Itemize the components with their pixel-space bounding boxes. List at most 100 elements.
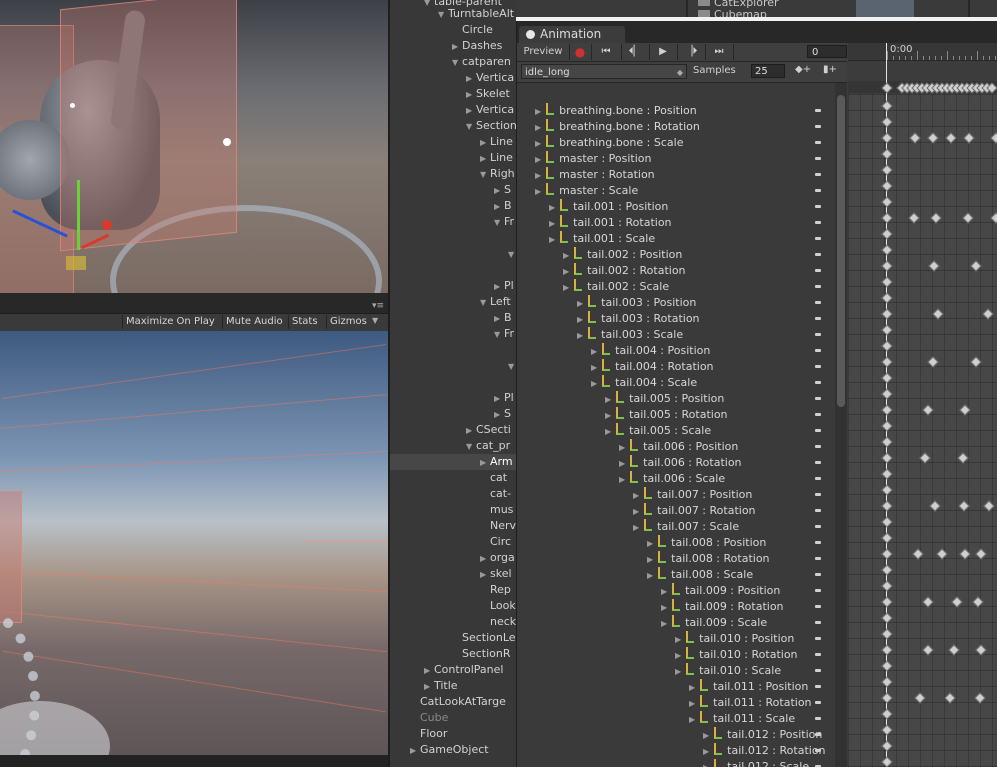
expanded-arrow-icon[interactable]: ▼: [438, 7, 448, 23]
collapsed-arrow-icon[interactable]: ▶: [535, 187, 541, 196]
collapsed-arrow-icon[interactable]: ▶: [480, 455, 490, 471]
hierarchy-item[interactable]: ▶ Arm: [480, 454, 513, 470]
hierarchy-item[interactable]: ▶ Title: [424, 678, 458, 694]
property-options-icon[interactable]: [815, 557, 821, 560]
collapsed-arrow-icon[interactable]: ▶: [494, 311, 504, 327]
hierarchy-item[interactable]: ▼ TurntableAlt: [438, 6, 514, 22]
animation-property-row[interactable]: ▶ tail.006 : Scale: [619, 471, 725, 487]
collapsed-arrow-icon[interactable]: ▶: [675, 667, 681, 676]
collapsed-arrow-icon[interactable]: ▶: [577, 315, 583, 324]
panel-menu-icon[interactable]: ▾≡: [372, 301, 384, 311]
animation-property-row[interactable]: ▶ tail.010 : Position: [675, 631, 794, 647]
collapsed-arrow-icon[interactable]: ▶: [466, 71, 476, 87]
hierarchy-item[interactable]: ▶ S: [494, 406, 511, 422]
hierarchy-item[interactable]: ▼ Fr: [494, 214, 514, 230]
collapsed-arrow-icon[interactable]: ▶: [563, 267, 569, 276]
hierarchy-item[interactable]: neck: [480, 614, 516, 630]
hierarchy-item[interactable]: ▼ Fr: [494, 326, 514, 342]
preview-toggle[interactable]: Preview: [517, 44, 570, 60]
game-view[interactable]: [0, 331, 388, 755]
animation-property-row[interactable]: ▶ master : Scale: [535, 183, 638, 199]
animation-property-row[interactable]: ▶ tail.007 : Position: [633, 487, 752, 503]
property-options-icon[interactable]: [815, 509, 821, 512]
expanded-arrow-icon[interactable]: ▼: [480, 295, 490, 311]
property-options-icon[interactable]: [815, 589, 821, 592]
hierarchy-item[interactable]: Cube: [410, 710, 448, 726]
hierarchy-item[interactable]: Nerv: [480, 518, 516, 534]
collapsed-arrow-icon[interactable]: ▶: [703, 763, 709, 767]
animation-property-row[interactable]: ▶ tail.007 : Scale: [633, 519, 739, 535]
expanded-arrow-icon[interactable]: ▼: [480, 167, 490, 183]
gizmos-dropdown[interactable]: Gizmos: [326, 315, 370, 329]
collapsed-arrow-icon[interactable]: ▶: [494, 199, 504, 215]
animation-property-row[interactable]: ▶ tail.009 : Scale: [661, 615, 767, 631]
animation-property-row[interactable]: ▶ master : Position: [535, 151, 651, 167]
property-options-icon[interactable]: [815, 253, 821, 256]
animation-property-row[interactable]: ▶ tail.009 : Position: [661, 583, 780, 599]
animation-property-row[interactable]: ▶ master : Rotation: [535, 167, 655, 183]
hierarchy-item[interactable]: cat-: [480, 486, 511, 502]
property-options-icon[interactable]: [815, 653, 821, 656]
property-options-icon[interactable]: [815, 733, 821, 736]
hierarchy-item[interactable]: ▶ B: [494, 198, 512, 214]
hierarchy-item[interactable]: Circ: [480, 534, 511, 550]
property-options-icon[interactable]: [815, 381, 821, 384]
animation-property-row[interactable]: ▶ tail.001 : Rotation: [549, 215, 672, 231]
collapsed-arrow-icon[interactable]: ▶: [605, 427, 611, 436]
collapsed-arrow-icon[interactable]: ▶: [494, 183, 504, 199]
animation-property-row[interactable]: ▶ tail.006 : Position: [619, 439, 738, 455]
clip-dropdown[interactable]: idle_long ◆: [521, 64, 687, 79]
property-options-icon[interactable]: [815, 397, 821, 400]
first-keyframe-button[interactable]: ⏮: [591, 44, 622, 60]
animation-property-row[interactable]: ▶ tail.004 : Position: [591, 343, 710, 359]
stats-toggle[interactable]: Stats: [288, 315, 321, 329]
asset-thumbnail[interactable]: [856, 0, 914, 18]
collapsed-arrow-icon[interactable]: ▶: [689, 683, 695, 692]
property-options-icon[interactable]: [815, 333, 821, 336]
collapsed-arrow-icon[interactable]: ▶: [549, 203, 555, 212]
samples-field[interactable]: 25: [751, 64, 785, 78]
property-options-icon[interactable]: [815, 157, 821, 160]
animation-property-row[interactable]: ▶ tail.008 : Rotation: [647, 551, 770, 567]
collapsed-arrow-icon[interactable]: ▶: [410, 743, 420, 759]
property-options-icon[interactable]: [815, 461, 821, 464]
property-options-icon[interactable]: [815, 365, 821, 368]
property-options-icon[interactable]: [815, 749, 821, 752]
hierarchy-item[interactable]: ▼ cat_pr: [466, 438, 510, 454]
hierarchy-item[interactable]: ▶ Dashes: [452, 38, 502, 54]
collapsed-arrow-icon[interactable]: ▶: [591, 379, 597, 388]
dopesheet[interactable]: [848, 94, 997, 767]
collapsed-arrow-icon[interactable]: ▶: [619, 475, 625, 484]
expanded-arrow-icon[interactable]: ▼: [424, 0, 434, 11]
hierarchy-item[interactable]: ▶ GameObject: [410, 742, 489, 758]
handle-dot[interactable]: [70, 103, 75, 108]
collapsed-arrow-icon[interactable]: ▶: [494, 391, 504, 407]
collapsed-arrow-icon[interactable]: ▶: [675, 651, 681, 660]
property-options-icon[interactable]: [815, 717, 821, 720]
property-options-icon[interactable]: [815, 669, 821, 672]
hierarchy-item[interactable]: mus: [480, 502, 513, 518]
hierarchy-item[interactable]: SectionR: [452, 646, 511, 662]
animation-property-row[interactable]: ▶ tail.006 : Rotation: [619, 455, 742, 471]
collapsed-arrow-icon[interactable]: ▶: [480, 135, 490, 151]
hierarchy-item[interactable]: Rep: [480, 582, 511, 598]
collapsed-arrow-icon[interactable]: ▶: [605, 395, 611, 404]
collapsed-arrow-icon[interactable]: ▶: [466, 103, 476, 119]
collapsed-arrow-icon[interactable]: ▶: [424, 663, 434, 679]
hierarchy-item[interactable]: ▶ B: [494, 310, 512, 326]
property-options-icon[interactable]: [815, 173, 821, 176]
animation-property-row[interactable]: ▶ tail.005 : Scale: [605, 423, 711, 439]
animation-property-row[interactable]: ▶ tail.003 : Scale: [577, 327, 683, 343]
animation-property-row[interactable]: ▶ tail.003 : Position: [577, 295, 696, 311]
collapsed-arrow-icon[interactable]: ▶: [549, 219, 555, 228]
property-list[interactable]: ▶ breathing.bone : Position ▶ breathing.bon…: [517, 83, 835, 767]
animation-property-row[interactable]: ▶ tail.001 : Scale: [549, 231, 655, 247]
animation-property-row[interactable]: ▶ tail.002 : Rotation: [563, 263, 686, 279]
collapsed-arrow-icon[interactable]: ▶: [689, 699, 695, 708]
previous-keyframe-button[interactable]: ⏴▏: [621, 44, 650, 60]
property-options-icon[interactable]: [815, 685, 821, 688]
add-event-icon[interactable]: ▮+: [823, 64, 837, 75]
property-options-icon[interactable]: [815, 317, 821, 320]
collapsed-arrow-icon[interactable]: ▶: [633, 491, 639, 500]
collapsed-arrow-icon[interactable]: ▶: [591, 363, 597, 372]
